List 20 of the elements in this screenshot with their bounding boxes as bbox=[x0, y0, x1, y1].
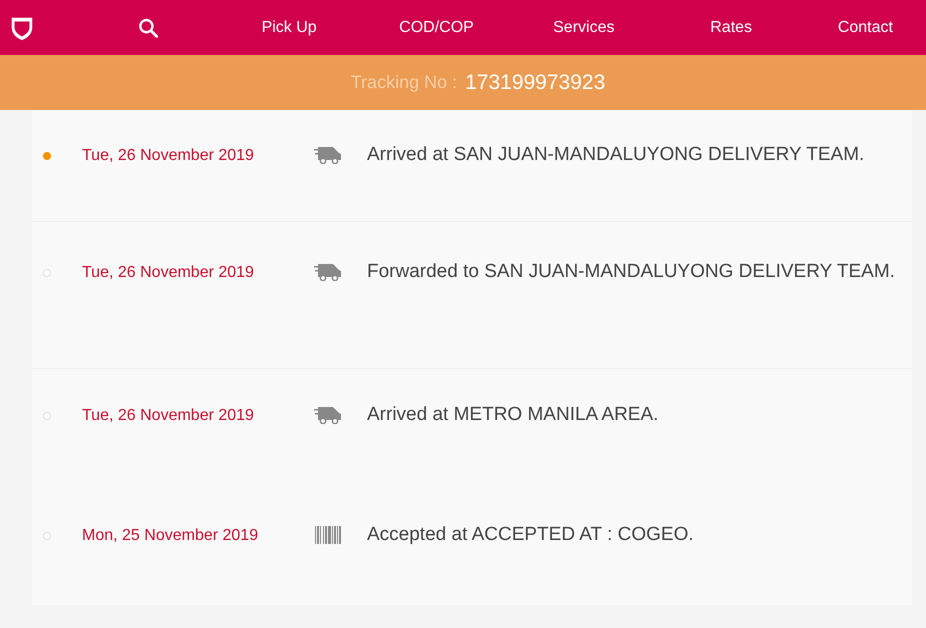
truck-icon bbox=[314, 406, 342, 424]
event-message: Arrived at METRO MANILA AREA. bbox=[367, 403, 660, 427]
event-date: Tue, 26 November 2019 bbox=[82, 263, 255, 282]
tracking-label: Tracking No : bbox=[350, 72, 458, 93]
barcode-icon bbox=[314, 526, 342, 544]
truck-icon bbox=[314, 263, 342, 281]
event-date: Tue, 26 November 2019 bbox=[82, 406, 255, 425]
event-message: Forwarded to SAN JUAN-MANDALUYONG DELIVERY TEAM. bbox=[367, 260, 896, 284]
tracking-number: 173199973923 bbox=[465, 70, 606, 94]
truck-icon bbox=[314, 146, 342, 164]
nav-link[interactable]: Contact bbox=[804, 18, 926, 36]
event-date: Tue, 26 November 2019 bbox=[82, 146, 255, 165]
event-message: Arrived at SAN JUAN-MANDALUYONG DELIVERY TEAM. bbox=[367, 143, 866, 167]
nav-link[interactable]: COD/COP bbox=[362, 18, 510, 36]
nav-link[interactable]: Pick Up bbox=[215, 18, 363, 36]
event-message: Accepted at ACCEPTED AT : COGEO. bbox=[367, 523, 695, 547]
nav-link[interactable]: Services bbox=[510, 18, 658, 36]
search-icon[interactable] bbox=[138, 16, 158, 38]
nav-link[interactable]: Rates bbox=[657, 18, 805, 36]
event-date: Mon, 25 November 2019 bbox=[82, 526, 260, 545]
